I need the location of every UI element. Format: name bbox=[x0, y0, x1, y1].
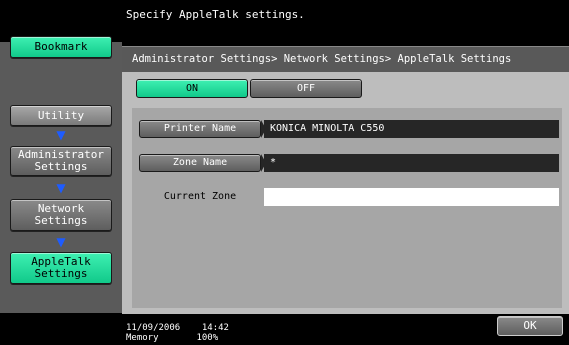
field-label: Printer Name bbox=[163, 123, 237, 134]
sidebar-item-label: AppleTalk Settings bbox=[31, 255, 91, 280]
memory-value: 100% bbox=[196, 333, 219, 343]
off-label: OFF bbox=[296, 83, 316, 94]
off-button[interactable]: OFF bbox=[250, 79, 362, 98]
sidebar-footer bbox=[0, 313, 122, 345]
ok-button[interactable]: OK bbox=[497, 316, 563, 336]
bookmark-label: Bookmark bbox=[34, 40, 88, 53]
sidebar-item-appletalk-settings[interactable]: AppleTalk Settings bbox=[10, 252, 112, 284]
printer-name-button[interactable]: Printer Name bbox=[139, 120, 261, 138]
on-label: ON bbox=[185, 83, 199, 94]
arrow-down-icon: ▼ bbox=[56, 235, 66, 249]
header-message: Specify AppleTalk settings. bbox=[126, 8, 305, 21]
current-zone-value bbox=[264, 188, 559, 206]
sidebar-item-label: Network Settings bbox=[34, 202, 88, 227]
fields-area: Printer Name KONICA MINOLTA C550 Zone Na… bbox=[132, 108, 562, 308]
settings-panel: Administrator Settings> Network Settings… bbox=[122, 46, 569, 315]
time: 14:42 bbox=[201, 323, 229, 333]
field-label: Zone Name bbox=[172, 157, 228, 168]
breadcrumb: Administrator Settings> Network Settings… bbox=[122, 47, 569, 72]
sidebar-item-utility[interactable]: Utility bbox=[10, 105, 112, 126]
ok-label: OK bbox=[523, 319, 537, 332]
sidebar-item-label: Utility bbox=[37, 108, 85, 122]
arrow-down-icon: ▼ bbox=[56, 181, 66, 195]
arrow-down-icon: ▼ bbox=[56, 128, 66, 142]
sidebar-item-administrator-settings[interactable]: Administrator Settings bbox=[10, 146, 112, 176]
date: 11/09/2006 bbox=[126, 323, 181, 333]
printer-name-value: KONICA MINOLTA C550 bbox=[264, 120, 559, 138]
on-button[interactable]: ON bbox=[136, 79, 248, 98]
sidebar-item-network-settings[interactable]: Network Settings bbox=[10, 199, 112, 231]
memory-label: Memory bbox=[126, 333, 159, 343]
datetime-status: 11/09/2006 14:42 Memory 100% bbox=[126, 323, 229, 343]
bookmark-button[interactable]: Bookmark bbox=[10, 36, 112, 58]
sidebar-item-label: Administrator Settings bbox=[17, 148, 105, 173]
current-zone-label: Current Zone bbox=[163, 191, 237, 202]
zone-name-button[interactable]: Zone Name bbox=[139, 154, 261, 172]
zone-name-value: * bbox=[264, 154, 559, 172]
